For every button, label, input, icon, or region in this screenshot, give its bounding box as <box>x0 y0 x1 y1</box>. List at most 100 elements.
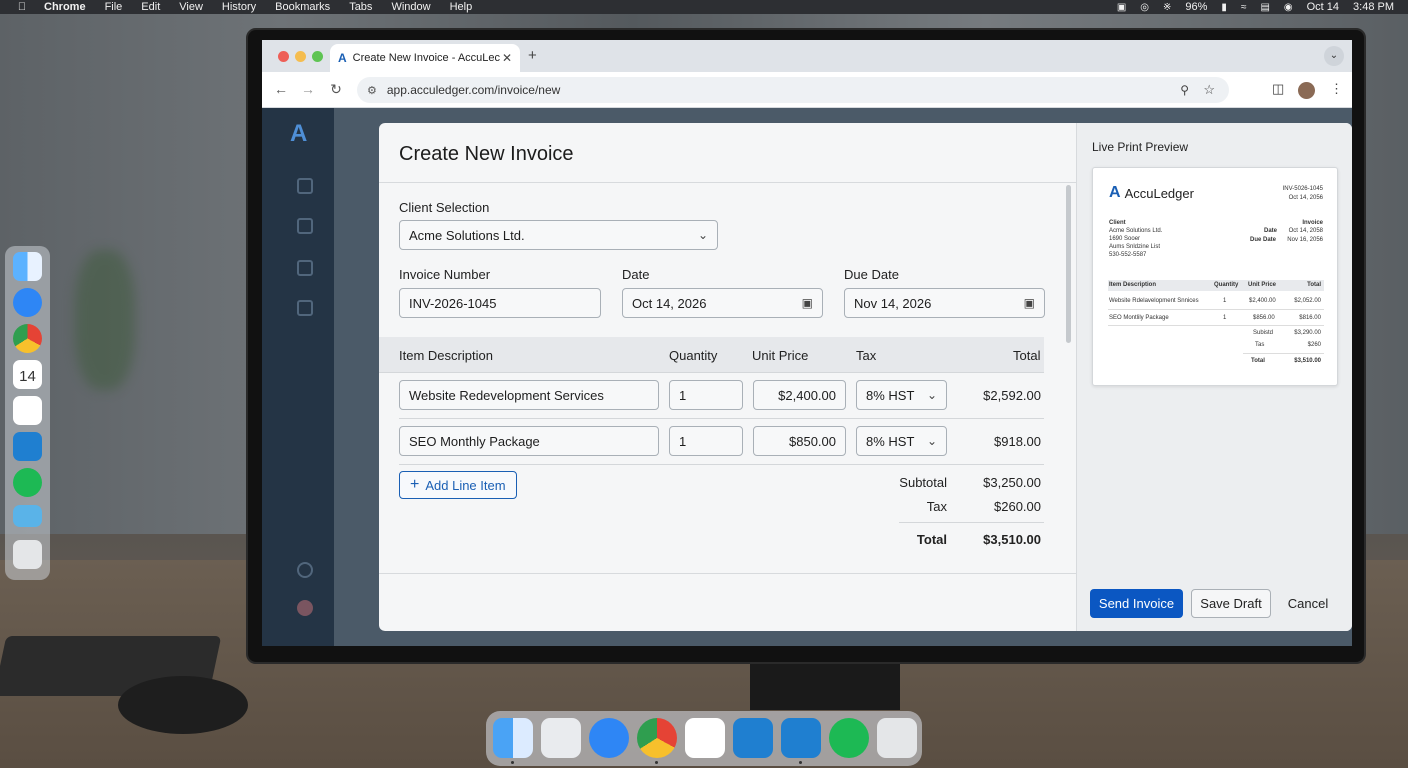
client-select[interactable]: Acme Solutions Ltd. ⌄ <box>399 220 718 250</box>
menu-date[interactable]: Oct 14 <box>1307 1 1339 13</box>
address-bar[interactable]: ⚙ app.acculedger.com/invoice/new ⚲ ☆ <box>357 77 1229 103</box>
menu-bookmarks[interactable]: Bookmarks <box>275 1 330 13</box>
preview-col-total: Total <box>1307 282 1321 288</box>
menu-window[interactable]: Window <box>391 1 430 13</box>
user-avatar[interactable] <box>297 600 313 616</box>
due-date-field[interactable]: Nov 14, 2026 ▣ <box>844 288 1045 318</box>
acculedger-favicon: A <box>338 51 347 65</box>
chrome-icon[interactable] <box>13 324 42 353</box>
site-info-icon[interactable]: ⚙ <box>367 84 377 97</box>
battery-percent: 96% <box>1185 1 1208 13</box>
invoice-number-field[interactable]: INV-2026-1045 <box>399 288 601 318</box>
battery-icon[interactable]: ▮ <box>1221 2 1227 13</box>
chrome-icon[interactable] <box>637 718 677 758</box>
finder-icon[interactable] <box>493 718 533 758</box>
safari-icon[interactable] <box>589 718 629 758</box>
calendar-icon[interactable]: 14 <box>13 360 42 389</box>
calendar-icon[interactable]: ▣ <box>802 296 813 310</box>
control-center-icon[interactable]: ▤ <box>1260 2 1269 13</box>
send-invoice-button[interactable]: Send Invoice <box>1090 589 1183 618</box>
menu-tabs[interactable]: Tabs <box>349 1 372 13</box>
preview-client-line: 1690 Sooer <box>1109 236 1141 242</box>
tax-value: 8% HST <box>866 433 915 449</box>
folder-icon[interactable] <box>13 505 42 527</box>
home-icon[interactable] <box>297 178 313 194</box>
zoom-icon[interactable]: ⚲ <box>1180 83 1189 97</box>
mouse <box>118 676 248 734</box>
monitor-stand <box>750 664 900 710</box>
tab-search-button[interactable]: ⌄ <box>1324 46 1344 66</box>
item-description-input[interactable]: SEO Monthly Package <box>399 426 659 456</box>
chevron-down-icon: ⌄ <box>697 228 708 242</box>
window-zoom-button[interactable] <box>312 51 323 62</box>
preview-row-divider <box>1108 325 1324 326</box>
finder-icon[interactable] <box>13 252 42 281</box>
col-quantity: Quantity <box>669 348 718 363</box>
invoice-form: Create New Invoice Client Selection Acme… <box>379 123 1076 631</box>
menu-help[interactable]: Help <box>450 1 473 13</box>
wifi-icon[interactable]: ≈ <box>1241 2 1247 13</box>
side-panel-icon[interactable]: ◫ <box>1272 81 1284 97</box>
tax-select[interactable]: 8% HST ⌄ <box>856 426 947 456</box>
clients-icon[interactable] <box>297 300 313 316</box>
window-close-button[interactable] <box>278 51 289 62</box>
reload-icon[interactable]: ↻ <box>327 81 345 98</box>
bookmark-star-icon[interactable]: ☆ <box>1203 82 1215 98</box>
vscode-icon[interactable] <box>781 718 821 758</box>
create-invoice-modal: Create New Invoice Client Selection Acme… <box>379 123 1352 631</box>
add-line-item-button[interactable]: + Add Line Item <box>399 471 517 499</box>
apple-icon[interactable]:  <box>16 1 28 13</box>
menu-app-name[interactable]: Chrome <box>44 1 86 13</box>
settings-icon[interactable] <box>297 562 313 578</box>
line-total: $2,592.00 <box>983 388 1041 403</box>
acculedger-logo[interactable]: A <box>290 120 307 148</box>
quantity-input[interactable]: 1 <box>669 426 743 456</box>
item-description-value: SEO Monthly Package <box>409 433 540 449</box>
spotify-icon[interactable] <box>13 468 42 497</box>
vscode-icon[interactable] <box>733 718 773 758</box>
siri-icon[interactable]: ◉ <box>1284 2 1293 13</box>
focus-icon[interactable]: ◎ <box>1140 2 1149 13</box>
running-indicator <box>655 761 658 764</box>
unit-price-input[interactable]: $850.00 <box>753 426 846 456</box>
tax-select[interactable]: 8% HST ⌄ <box>856 380 947 410</box>
total-label: Total <box>916 532 947 547</box>
url-text[interactable]: app.acculedger.com/invoice/new <box>387 83 560 97</box>
form-scrollbar[interactable] <box>1066 185 1071 343</box>
unit-price-input[interactable]: $2,400.00 <box>753 380 846 410</box>
menu-history[interactable]: History <box>222 1 256 13</box>
menu-view[interactable]: View <box>179 1 203 13</box>
tab-invoice[interactable]: A Create New Invoice - AccuLec ✕ <box>330 44 520 72</box>
calendar-icon[interactable]: ▣ <box>1024 296 1035 310</box>
vscode-icon[interactable] <box>13 432 42 461</box>
profile-avatar[interactable] <box>1298 82 1315 99</box>
menu-edit[interactable]: Edit <box>141 1 160 13</box>
invoices-icon[interactable] <box>297 218 313 234</box>
forward-icon[interactable]: → <box>299 81 317 97</box>
tax-value: 8% HST <box>866 387 915 403</box>
safari-icon[interactable] <box>13 288 42 317</box>
menu-time[interactable]: 3:48 PM <box>1353 1 1394 13</box>
invoice-number-label: Invoice Number <box>399 267 491 282</box>
save-draft-button[interactable]: Save Draft <box>1191 589 1271 618</box>
slack-icon[interactable] <box>13 396 42 425</box>
tab-close-icon[interactable]: ✕ <box>502 51 512 65</box>
back-icon[interactable]: ← <box>272 81 290 97</box>
cancel-button[interactable]: Cancel <box>1279 589 1337 618</box>
new-tab-button[interactable]: + <box>528 47 537 64</box>
bluetooth-icon[interactable]: ※ <box>1163 2 1171 13</box>
preview-meta-title: Invoice <box>1302 220 1323 226</box>
trash-icon[interactable] <box>877 718 917 758</box>
item-description-input[interactable]: Website Redevelopment Services <box>399 380 659 410</box>
reports-icon[interactable] <box>297 260 313 276</box>
menu-file[interactable]: File <box>105 1 123 13</box>
spotify-icon[interactable] <box>829 718 869 758</box>
launchpad-icon[interactable] <box>541 718 581 758</box>
status-app-icon[interactable]: ▣ <box>1117 2 1126 13</box>
trash-icon[interactable] <box>13 540 42 569</box>
more-menu-icon[interactable]: ⋮ <box>1330 81 1343 97</box>
slack-icon[interactable] <box>685 718 725 758</box>
date-field[interactable]: Oct 14, 2026 ▣ <box>622 288 823 318</box>
quantity-input[interactable]: 1 <box>669 380 743 410</box>
window-minimize-button[interactable] <box>295 51 306 62</box>
